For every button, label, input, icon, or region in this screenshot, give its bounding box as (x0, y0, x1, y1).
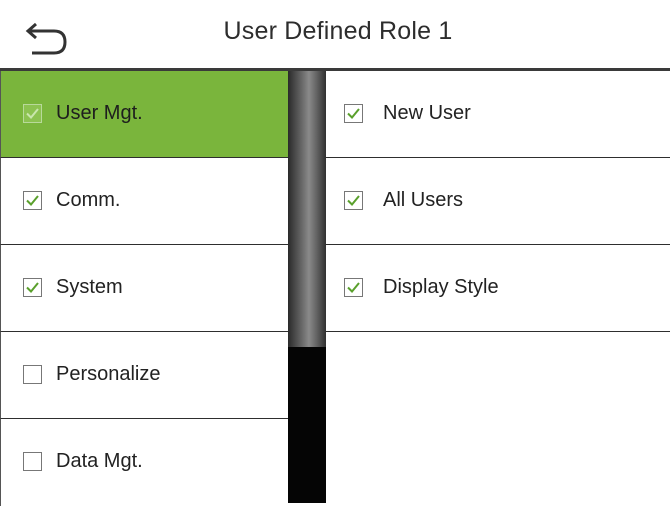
check-icon (26, 282, 39, 293)
category-item-comm[interactable]: Comm. (0, 158, 288, 245)
category-item-personalize[interactable]: Personalize (0, 332, 288, 419)
permission-item-new-user[interactable]: New User (326, 71, 670, 158)
checkbox[interactable] (344, 278, 363, 297)
check-icon (26, 108, 39, 119)
category-label: Data Mgt. (56, 450, 143, 472)
check-icon (347, 195, 360, 206)
permission-label: Display Style (383, 276, 499, 298)
permission-item-display-style[interactable]: Display Style (326, 245, 670, 332)
checkbox[interactable] (23, 278, 42, 297)
category-label: User Mgt. (56, 102, 143, 124)
permission-label: New User (383, 102, 471, 124)
header-bar: User Defined Role 1 (0, 0, 670, 71)
permission-item-all-users[interactable]: All Users (326, 158, 670, 245)
category-label: System (56, 276, 123, 298)
check-icon (347, 282, 360, 293)
permission-list: New User All Users Display Style (326, 71, 670, 503)
check-icon (26, 195, 39, 206)
category-label: Comm. (56, 189, 121, 211)
check-icon (347, 108, 360, 119)
checkbox[interactable] (23, 191, 42, 210)
scrollbar[interactable] (288, 71, 326, 503)
category-item-data-mgt[interactable]: Data Mgt. (0, 419, 288, 506)
checkbox[interactable] (23, 452, 42, 471)
checkbox[interactable] (23, 365, 42, 384)
category-label: Personalize (56, 363, 161, 385)
checkbox[interactable] (344, 104, 363, 123)
category-list: User Mgt. Comm. System Personalize Data … (0, 71, 288, 506)
scrollbar-thumb[interactable] (288, 71, 326, 347)
page-title: User Defined Role 1 (223, 17, 453, 45)
checkbox[interactable] (23, 104, 42, 123)
category-item-user-mgt[interactable]: User Mgt. (0, 71, 288, 158)
checkbox[interactable] (344, 191, 363, 210)
category-item-system[interactable]: System (0, 245, 288, 332)
permission-label: All Users (383, 189, 464, 211)
